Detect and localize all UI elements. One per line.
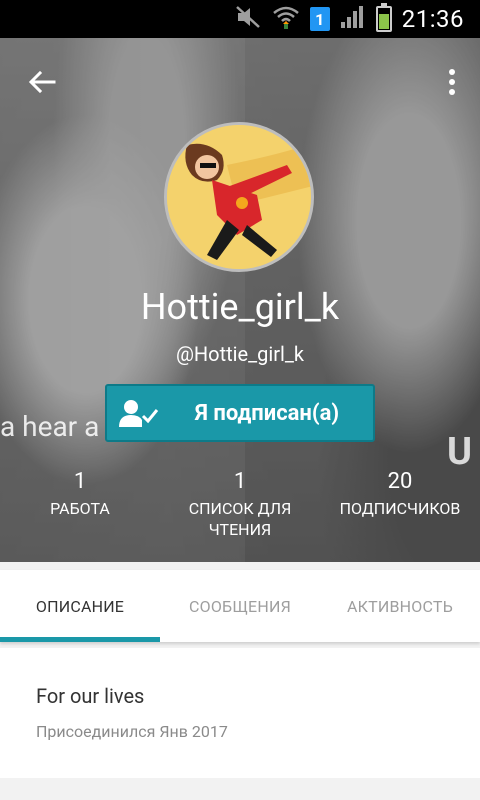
tab-activity[interactable]: АКТИВНОСТЬ <box>320 570 480 642</box>
cover-photo-caption: a hear a <box>0 410 100 443</box>
sim-icon: 1 <box>309 7 330 31</box>
more-vert-icon <box>449 69 455 75</box>
status-bar: 1 21:36 <box>0 0 480 38</box>
avatar[interactable] <box>164 122 314 272</box>
following-button-label: Я подписан(а) <box>194 400 340 426</box>
more-options-button[interactable] <box>442 62 462 102</box>
signal-icon <box>340 5 366 33</box>
following-button[interactable]: Я подписан(а) <box>105 384 375 442</box>
person-check-icon <box>119 400 159 427</box>
battery-icon <box>375 3 392 32</box>
tab-description[interactable]: ОПИСАНИЕ <box>0 570 160 642</box>
cover-photo-letter: U <box>446 430 472 474</box>
stat-works[interactable]: 1 РАБОТА <box>0 470 160 540</box>
avatar-image <box>167 125 311 269</box>
back-button[interactable] <box>22 62 62 102</box>
tab-messages[interactable]: СООБЩЕНИЯ <box>160 570 320 642</box>
description-card: For our lives Присоединился Янв 2017 <box>0 648 480 778</box>
stat-label: ПОДПИСЧИКОВ <box>339 499 461 518</box>
stat-reading-lists[interactable]: 1 СПИСОК ДЛЯ ЧТЕНИЯ <box>160 470 320 540</box>
description-text: For our lives <box>36 684 145 708</box>
stat-label: РАБОТА <box>50 499 110 518</box>
profile-header: a hear a U Hottie_girl_k @Hottie_girl_k <box>0 38 480 562</box>
profile-handle: @Hottie_girl_k <box>175 342 305 366</box>
stat-followers[interactable]: 20 ПОДПИСЧИКОВ <box>320 470 480 540</box>
stat-value: 1 <box>233 469 247 494</box>
stat-value: 1 <box>73 469 87 494</box>
stat-value: 20 <box>387 469 413 494</box>
profile-stats: 1 РАБОТА 1 СПИСОК ДЛЯ ЧТЕНИЯ 20 ПОДПИСЧИ… <box>0 470 480 540</box>
stat-label: СПИСОК ДЛЯ ЧТЕНИЯ <box>188 499 292 539</box>
profile-tabs: ОПИСАНИЕ СООБЩЕНИЯ АКТИВНОСТЬ <box>0 570 480 642</box>
wifi-icon <box>272 4 300 34</box>
profile-username: Hottie_girl_k <box>140 286 340 328</box>
mute-icon <box>234 5 262 33</box>
clock: 21:36 <box>401 5 464 33</box>
arrow-back-icon <box>28 70 56 94</box>
joined-date: Присоединился Янв 2017 <box>36 722 228 741</box>
